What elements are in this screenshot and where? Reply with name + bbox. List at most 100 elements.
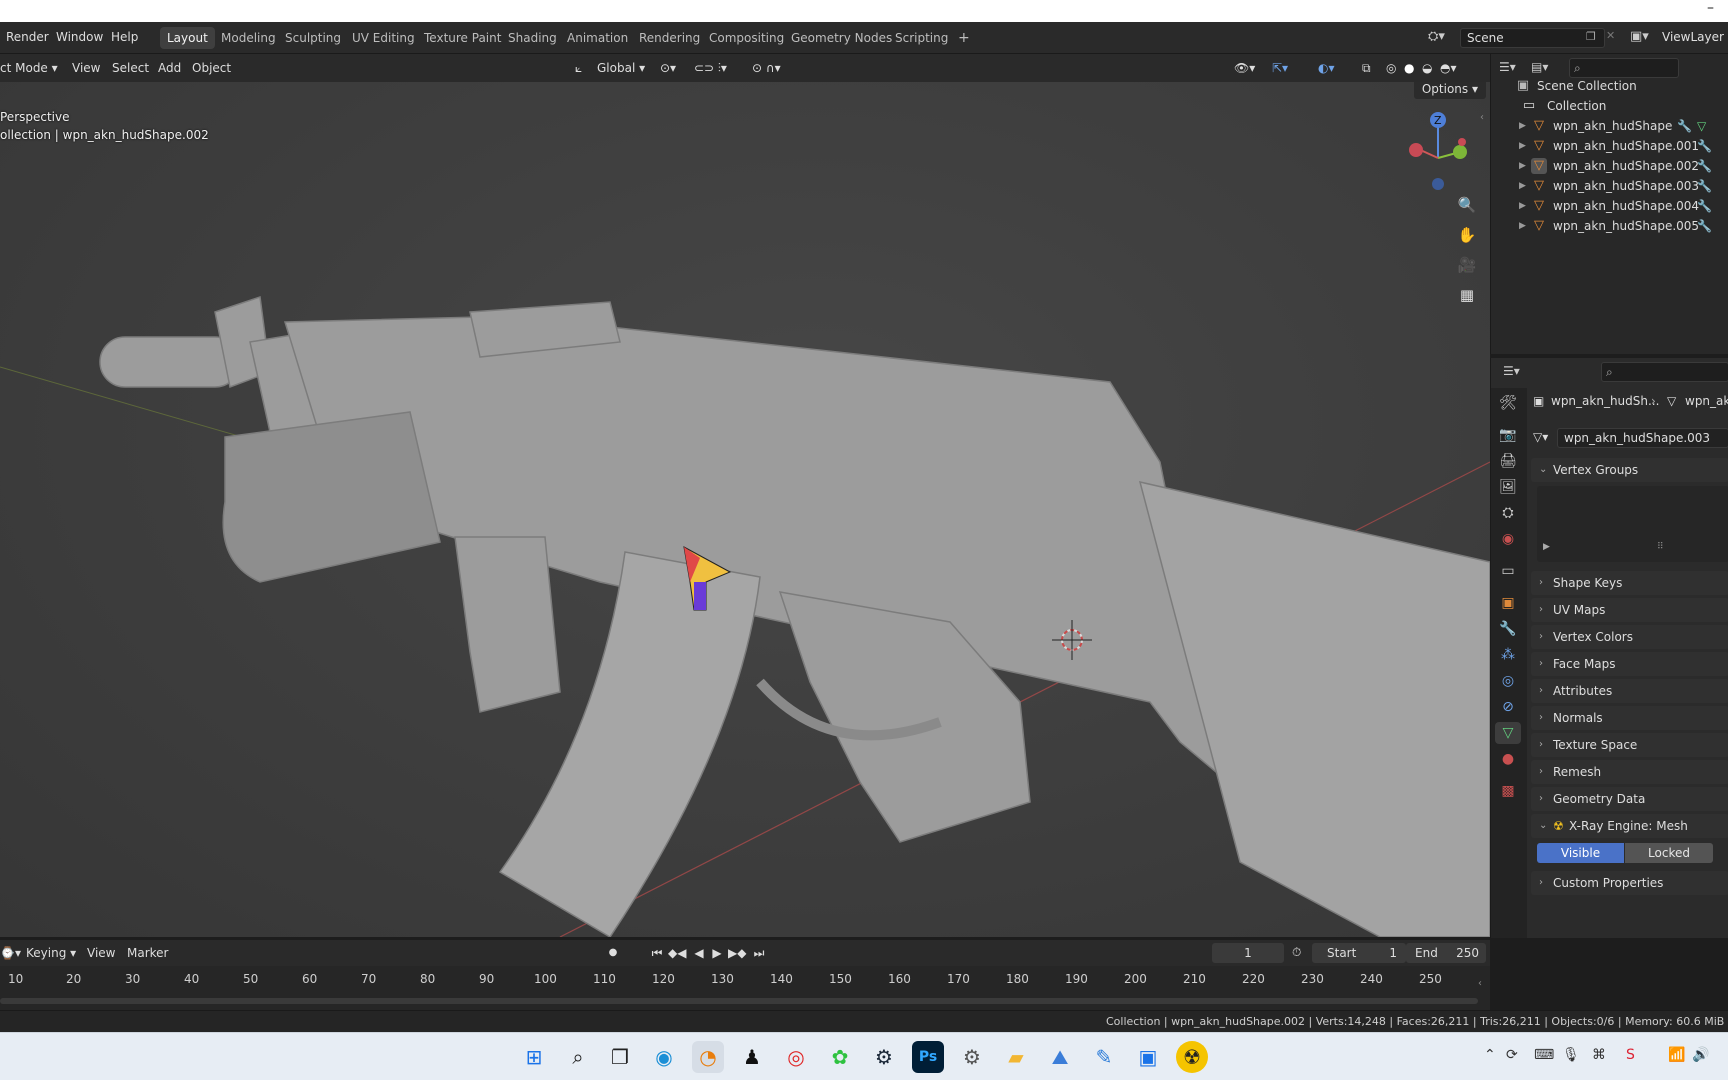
settings-icon[interactable]: ⚙ — [956, 1041, 988, 1073]
properties-editor-icon[interactable]: ☰▾ — [1503, 364, 1520, 378]
expand-icon[interactable]: ▶ — [1519, 196, 1526, 216]
jump-end-icon[interactable]: ⏭ — [750, 944, 768, 962]
shading-solid-icon[interactable]: ● — [1404, 61, 1414, 75]
camera-view-icon[interactable]: 🎥 — [1454, 252, 1480, 278]
steam-icon[interactable]: ⚙ — [868, 1041, 900, 1073]
expand-icon[interactable]: ▶ — [1519, 136, 1526, 156]
app-window-icon[interactable]: ▣ — [1132, 1041, 1164, 1073]
outliner-search-input[interactable]: ⌕ — [1569, 58, 1679, 78]
visibility-icon[interactable]: 👁▾ — [1234, 61, 1255, 75]
tab-uv-editing[interactable]: UV Editing — [345, 27, 422, 49]
search-icon[interactable]: ⌕ — [562, 1041, 594, 1073]
expand-icon[interactable]: ▶ — [1519, 216, 1526, 236]
marker-menu[interactable]: Marker — [127, 946, 168, 960]
xray-locked-toggle[interactable]: Locked — [1625, 843, 1713, 863]
collapse-sidebar-icon[interactable]: ‹ — [1480, 112, 1484, 123]
modifier-tab-icon[interactable]: 🔧 — [1495, 618, 1521, 640]
file-explorer-icon[interactable]: ▰ — [1000, 1041, 1032, 1073]
end-frame-field[interactable]: End 250 — [1406, 943, 1486, 963]
menu-window[interactable]: Window — [56, 30, 103, 44]
options-dropdown[interactable]: Options ▾ — [1413, 82, 1486, 99]
list-expand-icon[interactable]: ▶ — [1543, 542, 1550, 552]
tab-scripting[interactable]: Scripting — [888, 27, 955, 49]
gizmo-toggle-icon[interactable]: ⇱▾ — [1272, 61, 1288, 75]
tab-texture-paint[interactable]: Texture Paint — [417, 27, 508, 49]
ortho-grid-icon[interactable]: ▦ — [1454, 282, 1480, 308]
view-layer-tab-icon[interactable]: 🖼 — [1495, 476, 1521, 498]
outliner-object-row[interactable]: ▶ ▽ wpn_akn_hudShape.001 🔧 — [1491, 136, 1728, 156]
pan-hand-icon[interactable]: ✋ — [1454, 222, 1480, 248]
panel-shape-keys[interactable]: › Shape Keys — [1531, 571, 1728, 595]
close-scene-icon[interactable]: ✕ — [1606, 29, 1615, 42]
start-frame-field[interactable]: Start 1 — [1312, 943, 1406, 963]
netease-music-icon[interactable]: ◎ — [780, 1041, 812, 1073]
outliner-scene-collection[interactable]: ▣ Scene Collection — [1491, 76, 1728, 96]
panel-attributes[interactable]: › Attributes — [1531, 679, 1728, 703]
proportional-edit-icon[interactable]: ⊙ ∩▾ — [752, 61, 781, 75]
list-resize-handle-icon[interactable]: ⠿ — [1657, 542, 1664, 552]
scene-selector[interactable]: Scene — [1460, 28, 1605, 48]
expand-icon[interactable]: ▶ — [1519, 116, 1526, 136]
menu-help[interactable]: Help — [111, 30, 138, 44]
tab-geometry-nodes[interactable]: Geometry Nodes — [784, 27, 899, 49]
play-icon[interactable]: ▶ — [708, 944, 726, 962]
photos-icon[interactable]: ⛰ — [1044, 1041, 1076, 1073]
collapse-timeline-icon[interactable]: ‹ — [1478, 978, 1482, 989]
tray-keyboard-icon[interactable]: ⌨ — [1534, 1047, 1554, 1063]
volume-icon[interactable]: 🔊 — [1692, 1047, 1709, 1063]
panel-xray-engine-mesh[interactable]: ⌄ ☢ X-Ray Engine: Mesh — [1531, 814, 1728, 838]
panel-remesh[interactable]: › Remesh — [1531, 760, 1728, 784]
tray-chevron-up-icon[interactable]: ⌃ — [1484, 1047, 1496, 1063]
snap-icon[interactable]: ⊂⊃ ⫶▾ — [694, 61, 727, 76]
orientation-selector[interactable]: Global ▾ — [597, 61, 645, 75]
blender-icon[interactable]: ◔ — [692, 1041, 724, 1073]
task-view-icon[interactable]: ❐ — [604, 1041, 636, 1073]
outliner-object-row[interactable]: ▶ ▽ wpn_akn_hudShape.005 🔧 — [1491, 216, 1728, 236]
3d-viewport[interactable]: Perspective ollection | wpn_akn_hudShape… — [0, 82, 1490, 937]
timeline-view-menu[interactable]: View — [87, 946, 115, 960]
menu-select[interactable]: Select — [112, 61, 149, 75]
view-layer-name[interactable]: ViewLayer — [1662, 30, 1724, 44]
panel-uv-maps[interactable]: › UV Maps — [1531, 598, 1728, 622]
shading-wireframe-icon[interactable]: ◎ — [1386, 61, 1396, 75]
mesh-data-name-field[interactable]: wpn_akn_hudShape.003 — [1557, 428, 1728, 448]
shading-rendered-icon[interactable]: ◓▾ — [1440, 61, 1457, 75]
tray-network-app-icon[interactable]: ⌘ — [1592, 1047, 1606, 1063]
tab-rendering[interactable]: Rendering — [632, 27, 707, 49]
panel-normals[interactable]: › Normals — [1531, 706, 1728, 730]
outliner-object-row[interactable]: ▶ ▽ wpn_akn_hudShape.004 🔧 — [1491, 196, 1728, 216]
xray-visible-toggle[interactable]: Visible — [1537, 843, 1624, 863]
minimize-icon[interactable]: – — [1707, 0, 1714, 16]
outliner-object-row[interactable]: ▶ ▽ wpn_akn_hudShape 🔧 ▽ — [1491, 116, 1728, 136]
timeline-scrollbar[interactable] — [0, 998, 1478, 1004]
object-tab-icon[interactable]: ▣ — [1495, 592, 1521, 614]
play-reverse-icon[interactable]: ◀ — [690, 944, 708, 962]
tray-sync-icon[interactable]: ⟳ — [1506, 1047, 1518, 1063]
collection-tab-icon[interactable]: ▭ — [1495, 560, 1521, 582]
windows-start-icon[interactable]: ⊞ — [518, 1041, 550, 1073]
tab-compositing[interactable]: Compositing — [702, 27, 791, 49]
edge-browser-icon[interactable]: ◉ — [648, 1041, 680, 1073]
panel-custom-properties[interactable]: › Custom Properties — [1531, 871, 1728, 895]
next-keyframe-icon[interactable]: ▶◆ — [728, 944, 746, 962]
panel-face-maps[interactable]: › Face Maps — [1531, 652, 1728, 676]
paint-icon[interactable]: ✎ — [1088, 1041, 1120, 1073]
radiation-app-icon[interactable]: ☢ — [1176, 1041, 1208, 1073]
shading-material-icon[interactable]: ◒ — [1422, 61, 1432, 75]
texture-tab-icon[interactable]: ▩ — [1495, 780, 1521, 802]
view-layer-icon[interactable]: ▣▾ — [1630, 29, 1649, 44]
wechat-icon[interactable]: ✿ — [824, 1041, 856, 1073]
timeline-editor-icon[interactable]: ⌚▾ — [0, 946, 21, 960]
vertex-groups-list[interactable]: ▶ ⠿ — [1537, 486, 1728, 562]
transform-orientation-icon[interactable]: ⟀ — [575, 61, 582, 76]
jump-start-icon[interactable]: ⏮ — [648, 944, 666, 962]
current-frame-field[interactable]: 1 — [1212, 943, 1284, 963]
outliner-object-row[interactable]: ▶ ▽ wpn_akn_hudShape.002 🔧 — [1491, 156, 1728, 176]
tab-animation[interactable]: Animation — [560, 27, 635, 49]
stopwatch-icon[interactable]: ⏱ — [1292, 945, 1301, 960]
menu-render[interactable]: Render — [6, 30, 49, 44]
mesh-datablock-icon[interactable]: ▽▾ — [1533, 430, 1548, 444]
menu-view[interactable]: View — [72, 61, 100, 75]
panel-geometry-data[interactable]: › Geometry Data — [1531, 787, 1728, 811]
timeline-ruler[interactable]: 10 20 30 40 50 60 70 80 90 100 110 120 1… — [0, 966, 1490, 1010]
